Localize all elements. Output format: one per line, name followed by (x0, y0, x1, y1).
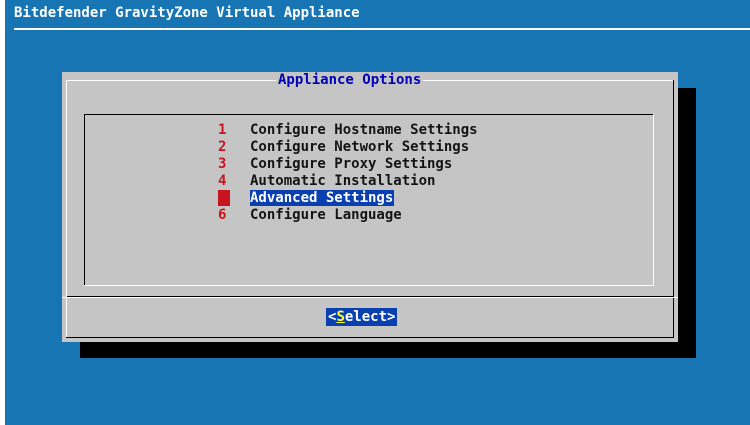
menu-item-hotkey: 3 (218, 155, 227, 172)
select-button-close-bracket: > (387, 309, 396, 325)
menu-item-label: Configure Proxy Settings (250, 155, 453, 172)
appliance-options-menu: 1 Configure Hostname Settings 2 Configure … (218, 121, 478, 223)
dialog-frame-left (66, 80, 67, 338)
select-button-label: elect (344, 309, 388, 325)
menu-item-hotkey: 1 (218, 121, 227, 138)
menu-item-label: Advanced Settings (250, 189, 395, 206)
menu-item-network[interactable]: 2 Configure Network Settings (218, 138, 478, 155)
menu-item-hostname[interactable]: 1 Configure Hostname Settings (218, 121, 478, 138)
menu-item-label: Configure Hostname Settings (250, 121, 478, 138)
menu-item-label: Configure Network Settings (250, 138, 470, 155)
backtitle-divider (14, 28, 750, 30)
menu-item-hotkey: 6 (218, 206, 227, 223)
dialog-title: Appliance Options (276, 72, 424, 88)
menu-item-advanced-settings[interactable]: 5 Advanced Settings (218, 189, 478, 206)
menu-box-bottom (84, 285, 654, 286)
menu-item-hotkey: 4 (218, 172, 227, 189)
menu-item-hotkey: 2 (218, 138, 227, 155)
select-button-hotkey: S (336, 309, 345, 325)
menu-item-automatic-installation[interactable]: 4 Automatic Installation (218, 172, 478, 189)
select-button[interactable]: <Select> (326, 308, 398, 326)
menu-box-top (84, 114, 654, 115)
menu-item-hotkey: 5 (218, 189, 230, 206)
appliance-backtitle: Bitdefender GravityZone Virtual Applianc… (14, 5, 360, 21)
menu-item-label: Configure Language (250, 206, 402, 223)
dialog-frame-bottom (66, 337, 674, 338)
button-area-divider-highlight (62, 297, 678, 298)
menu-box-left (84, 114, 85, 286)
dialog-frame-right (673, 80, 674, 338)
menu-item-language[interactable]: 6 Configure Language (218, 206, 478, 223)
menu-item-label: Automatic Installation (250, 172, 436, 189)
menu-item-proxy[interactable]: 3 Configure Proxy Settings (218, 155, 478, 172)
menu-box-right (653, 114, 654, 286)
